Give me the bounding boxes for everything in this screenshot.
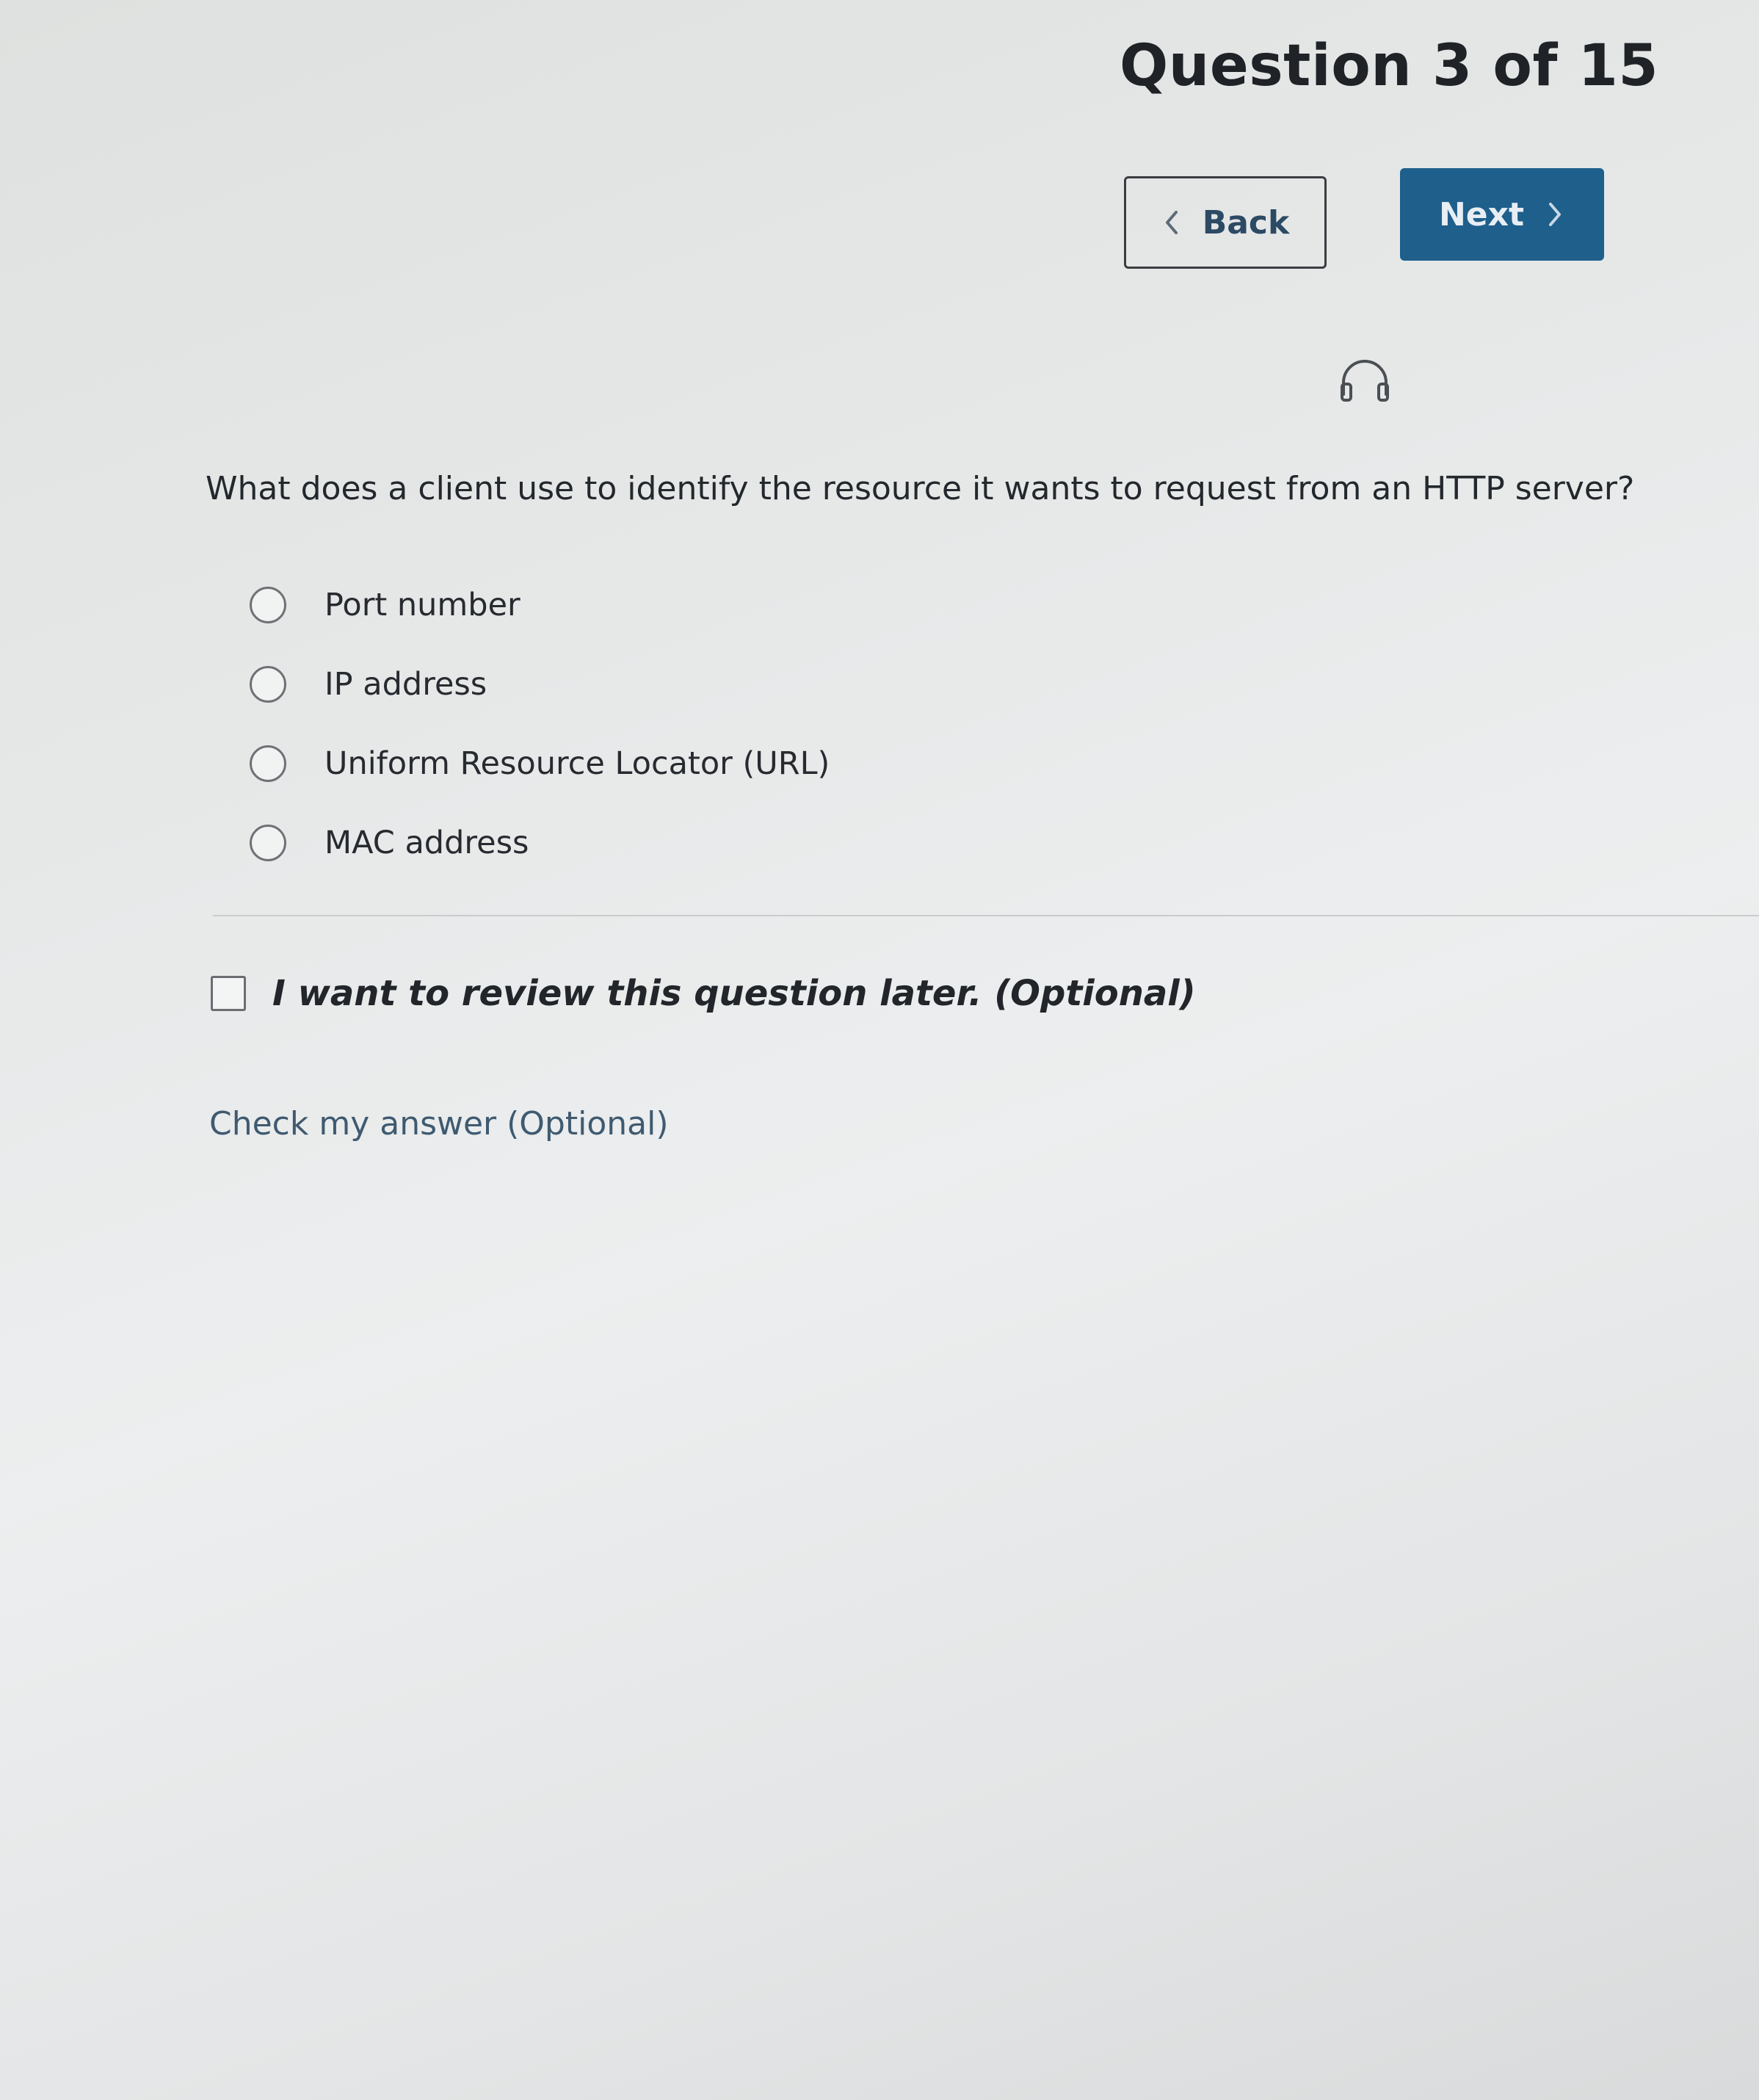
- back-button[interactable]: Back: [1124, 176, 1327, 269]
- chevron-right-icon: [1549, 203, 1562, 226]
- question-counter: Question 3 of 15: [1120, 33, 1659, 99]
- option-label: Port number: [324, 587, 521, 623]
- review-later-label: I want to review this question later. (O…: [272, 973, 1196, 1014]
- radio-button[interactable]: [250, 587, 286, 623]
- option-port-number[interactable]: Port number: [250, 565, 830, 645]
- review-later[interactable]: I want to review this question later. (O…: [211, 973, 1196, 1014]
- radio-button[interactable]: [250, 825, 286, 861]
- chevron-left-icon: [1165, 211, 1178, 234]
- option-label: MAC address: [324, 825, 529, 861]
- radio-button[interactable]: [250, 745, 286, 782]
- option-mac-address[interactable]: MAC address: [250, 803, 830, 883]
- review-later-checkbox[interactable]: [211, 976, 246, 1011]
- quiz-page: Question 3 of 15 Back Next What does a c…: [0, 0, 1759, 2100]
- question-text: What does a client use to identify the r…: [206, 470, 1635, 507]
- headphones-icon[interactable]: [1336, 356, 1393, 405]
- check-answer-link[interactable]: Check my answer (Optional): [209, 1105, 669, 1143]
- option-label: Uniform Resource Locator (URL): [324, 745, 830, 782]
- answer-options: Port number IP address Uniform Resource …: [250, 565, 830, 883]
- radio-button[interactable]: [250, 666, 286, 703]
- next-button-label: Next: [1438, 195, 1525, 233]
- option-ip-address[interactable]: IP address: [250, 645, 830, 724]
- next-button[interactable]: Next: [1400, 168, 1604, 261]
- divider: [213, 915, 1759, 916]
- option-url[interactable]: Uniform Resource Locator (URL): [250, 724, 830, 803]
- back-button-label: Back: [1202, 203, 1290, 242]
- option-label: IP address: [324, 666, 487, 703]
